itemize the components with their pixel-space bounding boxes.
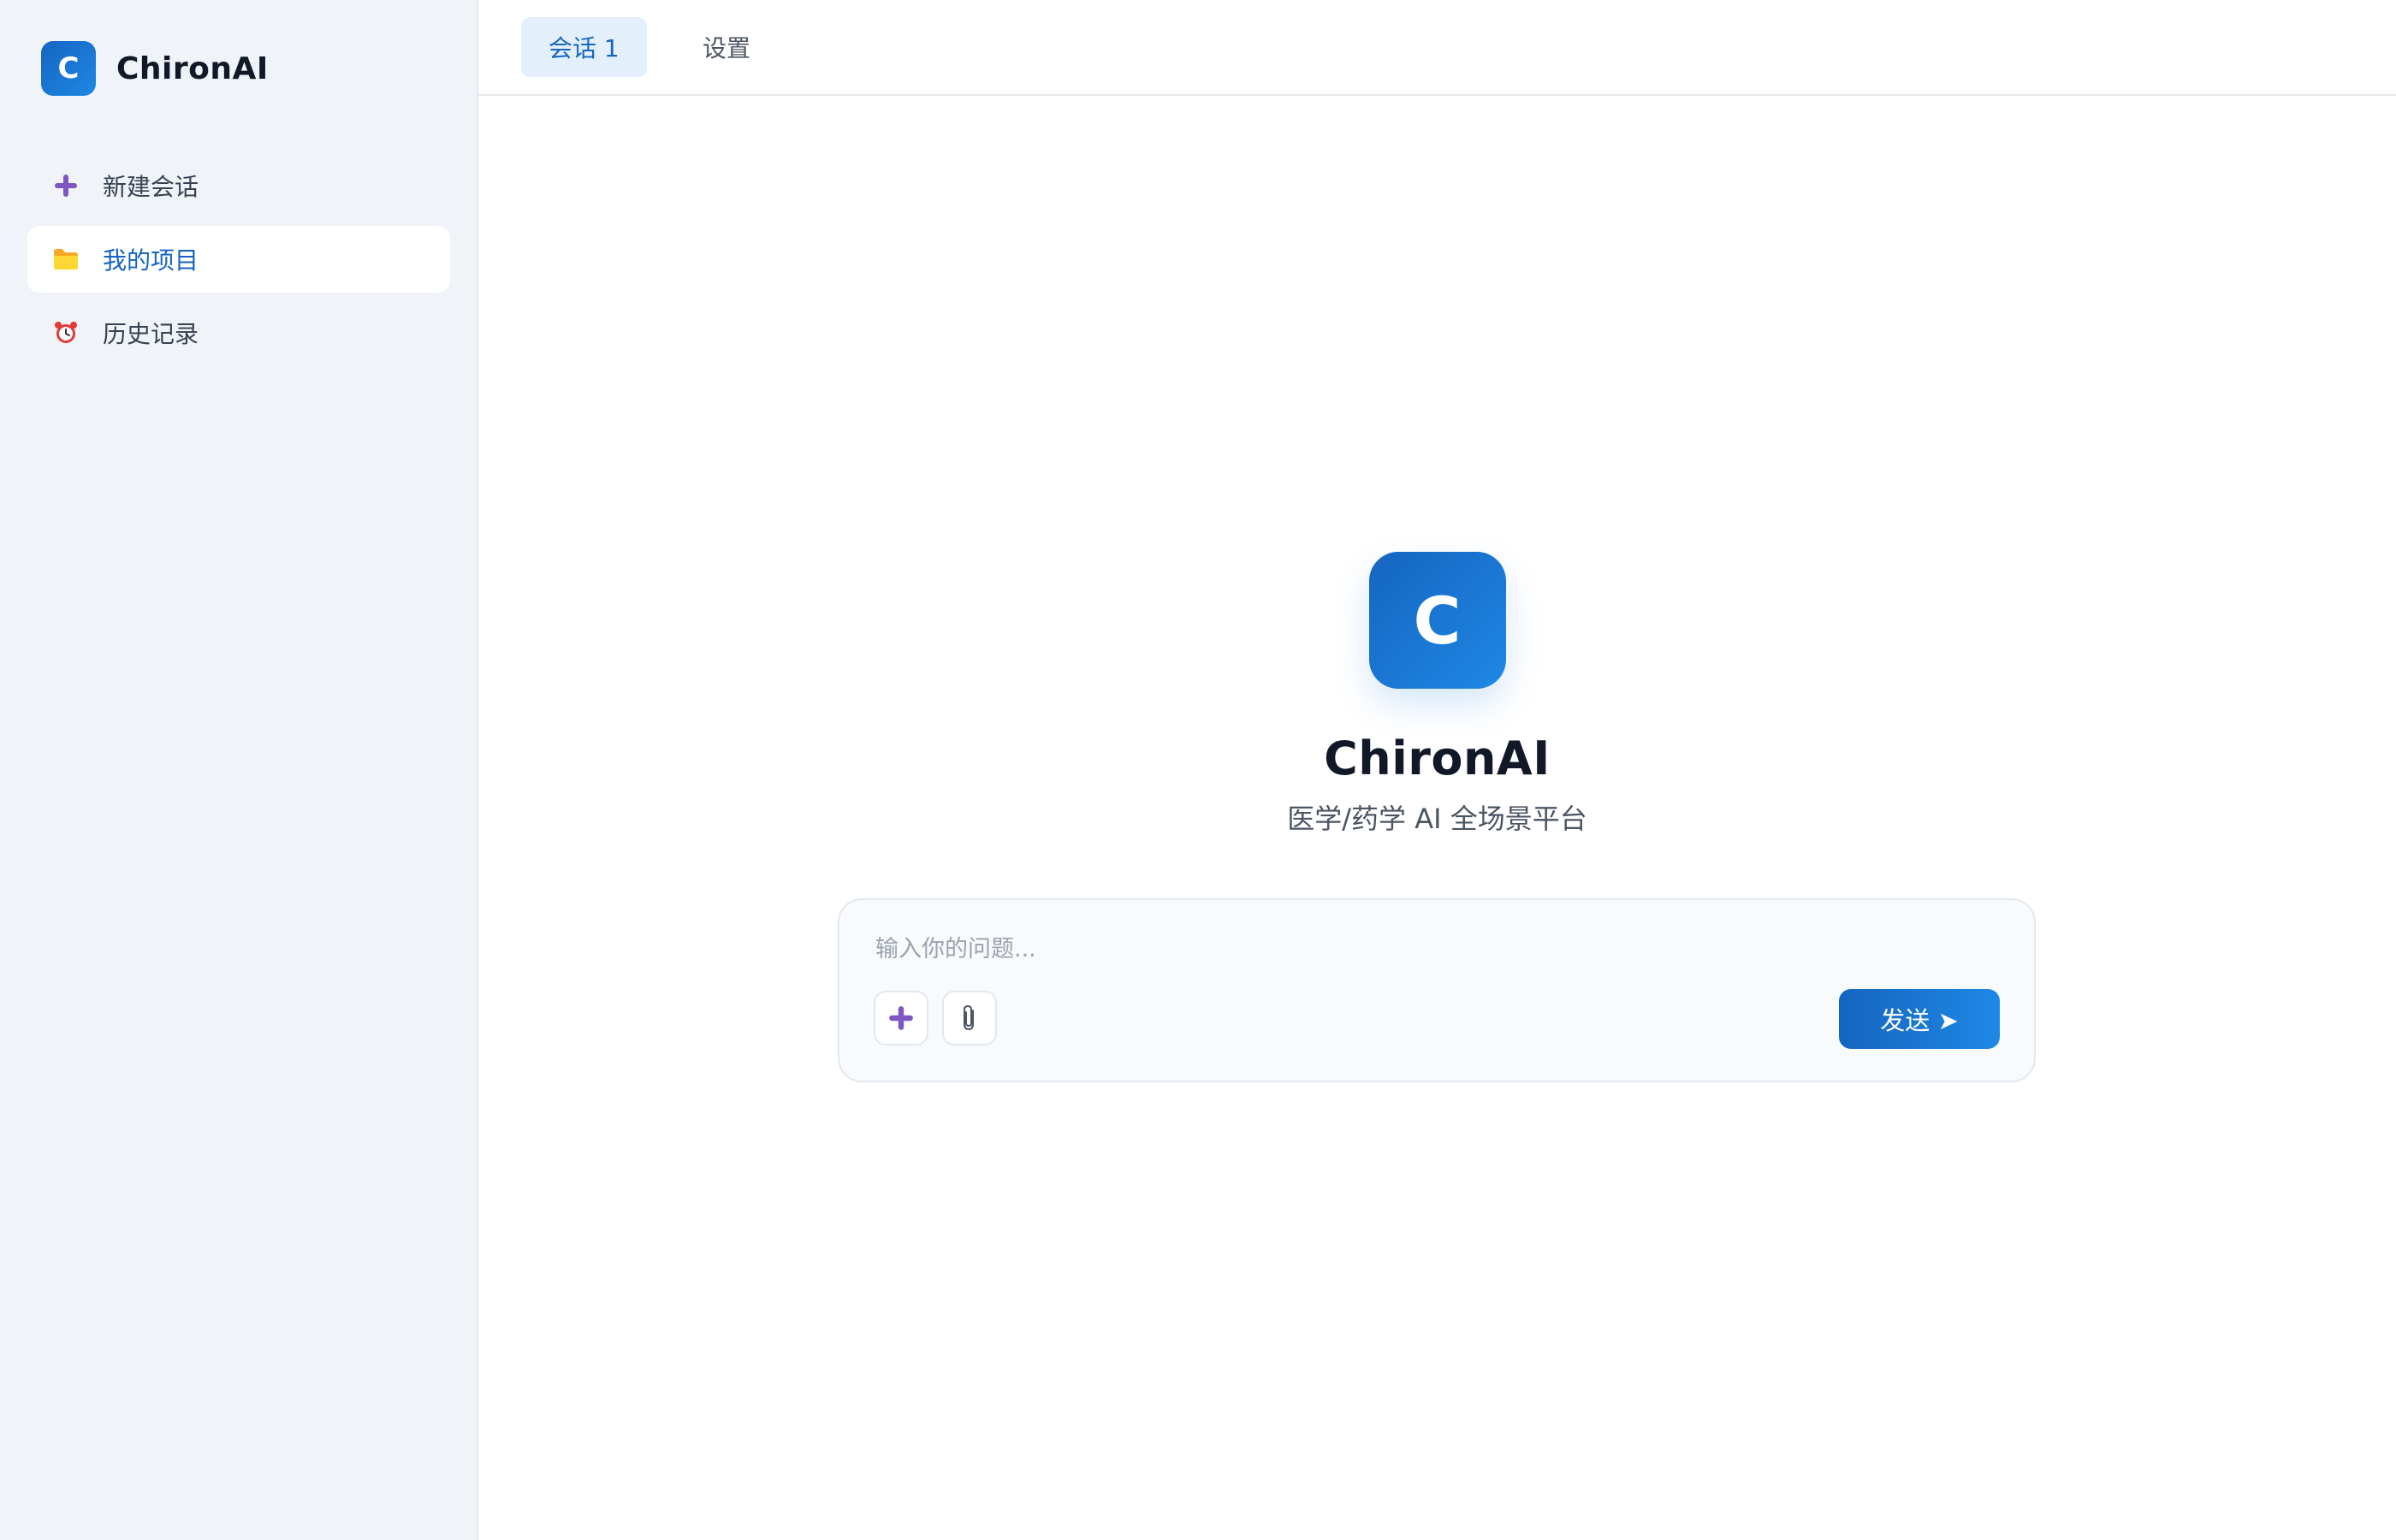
sidebar-nav: 新建会话 我的项目 历史记录: [27, 152, 450, 373]
question-input[interactable]: [874, 927, 1986, 970]
app-window: C ChironAI 新建会话 我的项目 历史记录 会话 1 设置 C Chir…: [0, 0, 2396, 1540]
main-panel: 会话 1 设置 C ChironAI 医学/药学 AI 全场景平台 输入你的问题…: [478, 0, 2396, 1540]
brand[interactable]: C ChironAI: [41, 41, 269, 96]
hero-title: ChironAI: [1324, 732, 1551, 785]
send-button[interactable]: 发送 ➤: [1839, 989, 2000, 1049]
attach-file-button[interactable]: [942, 991, 997, 1045]
chat-composer: 发送 ➤: [838, 898, 2036, 1082]
hero-subtitle: 医学/药学 AI 全场景平台: [1287, 803, 1587, 835]
welcome-hero: C ChironAI 医学/药学 AI 全场景平台: [478, 552, 2396, 837]
sidebar-item-my-projects[interactable]: 我的项目: [27, 226, 450, 293]
tab-bar: 会话 1 设置: [478, 0, 2396, 96]
sidebar-item-label: 新建会话: [103, 173, 199, 201]
sidebar-item-label: 历史记录: [103, 320, 199, 348]
hero-logo: C: [1368, 552, 1506, 689]
brand-name: ChironAI: [116, 50, 269, 86]
folder-icon: [51, 245, 80, 274]
sidebar-item-history[interactable]: 历史记录: [27, 299, 450, 366]
plus-icon: [51, 171, 80, 200]
brand-logo: C: [41, 41, 96, 96]
sidebar-item-new-chat[interactable]: 新建会话: [27, 152, 450, 219]
plus-icon: [887, 1004, 915, 1032]
add-attachment-button[interactable]: [874, 991, 928, 1045]
tab-chat-1[interactable]: 会话 1: [521, 17, 647, 77]
alarm-clock-icon: [51, 318, 80, 347]
tab-settings[interactable]: 设置: [675, 17, 778, 77]
sidebar-item-label: 我的项目: [103, 246, 199, 275]
sidebar: C ChironAI 新建会话 我的项目 历史记录: [0, 0, 478, 1540]
paperclip-icon: [959, 1004, 980, 1033]
